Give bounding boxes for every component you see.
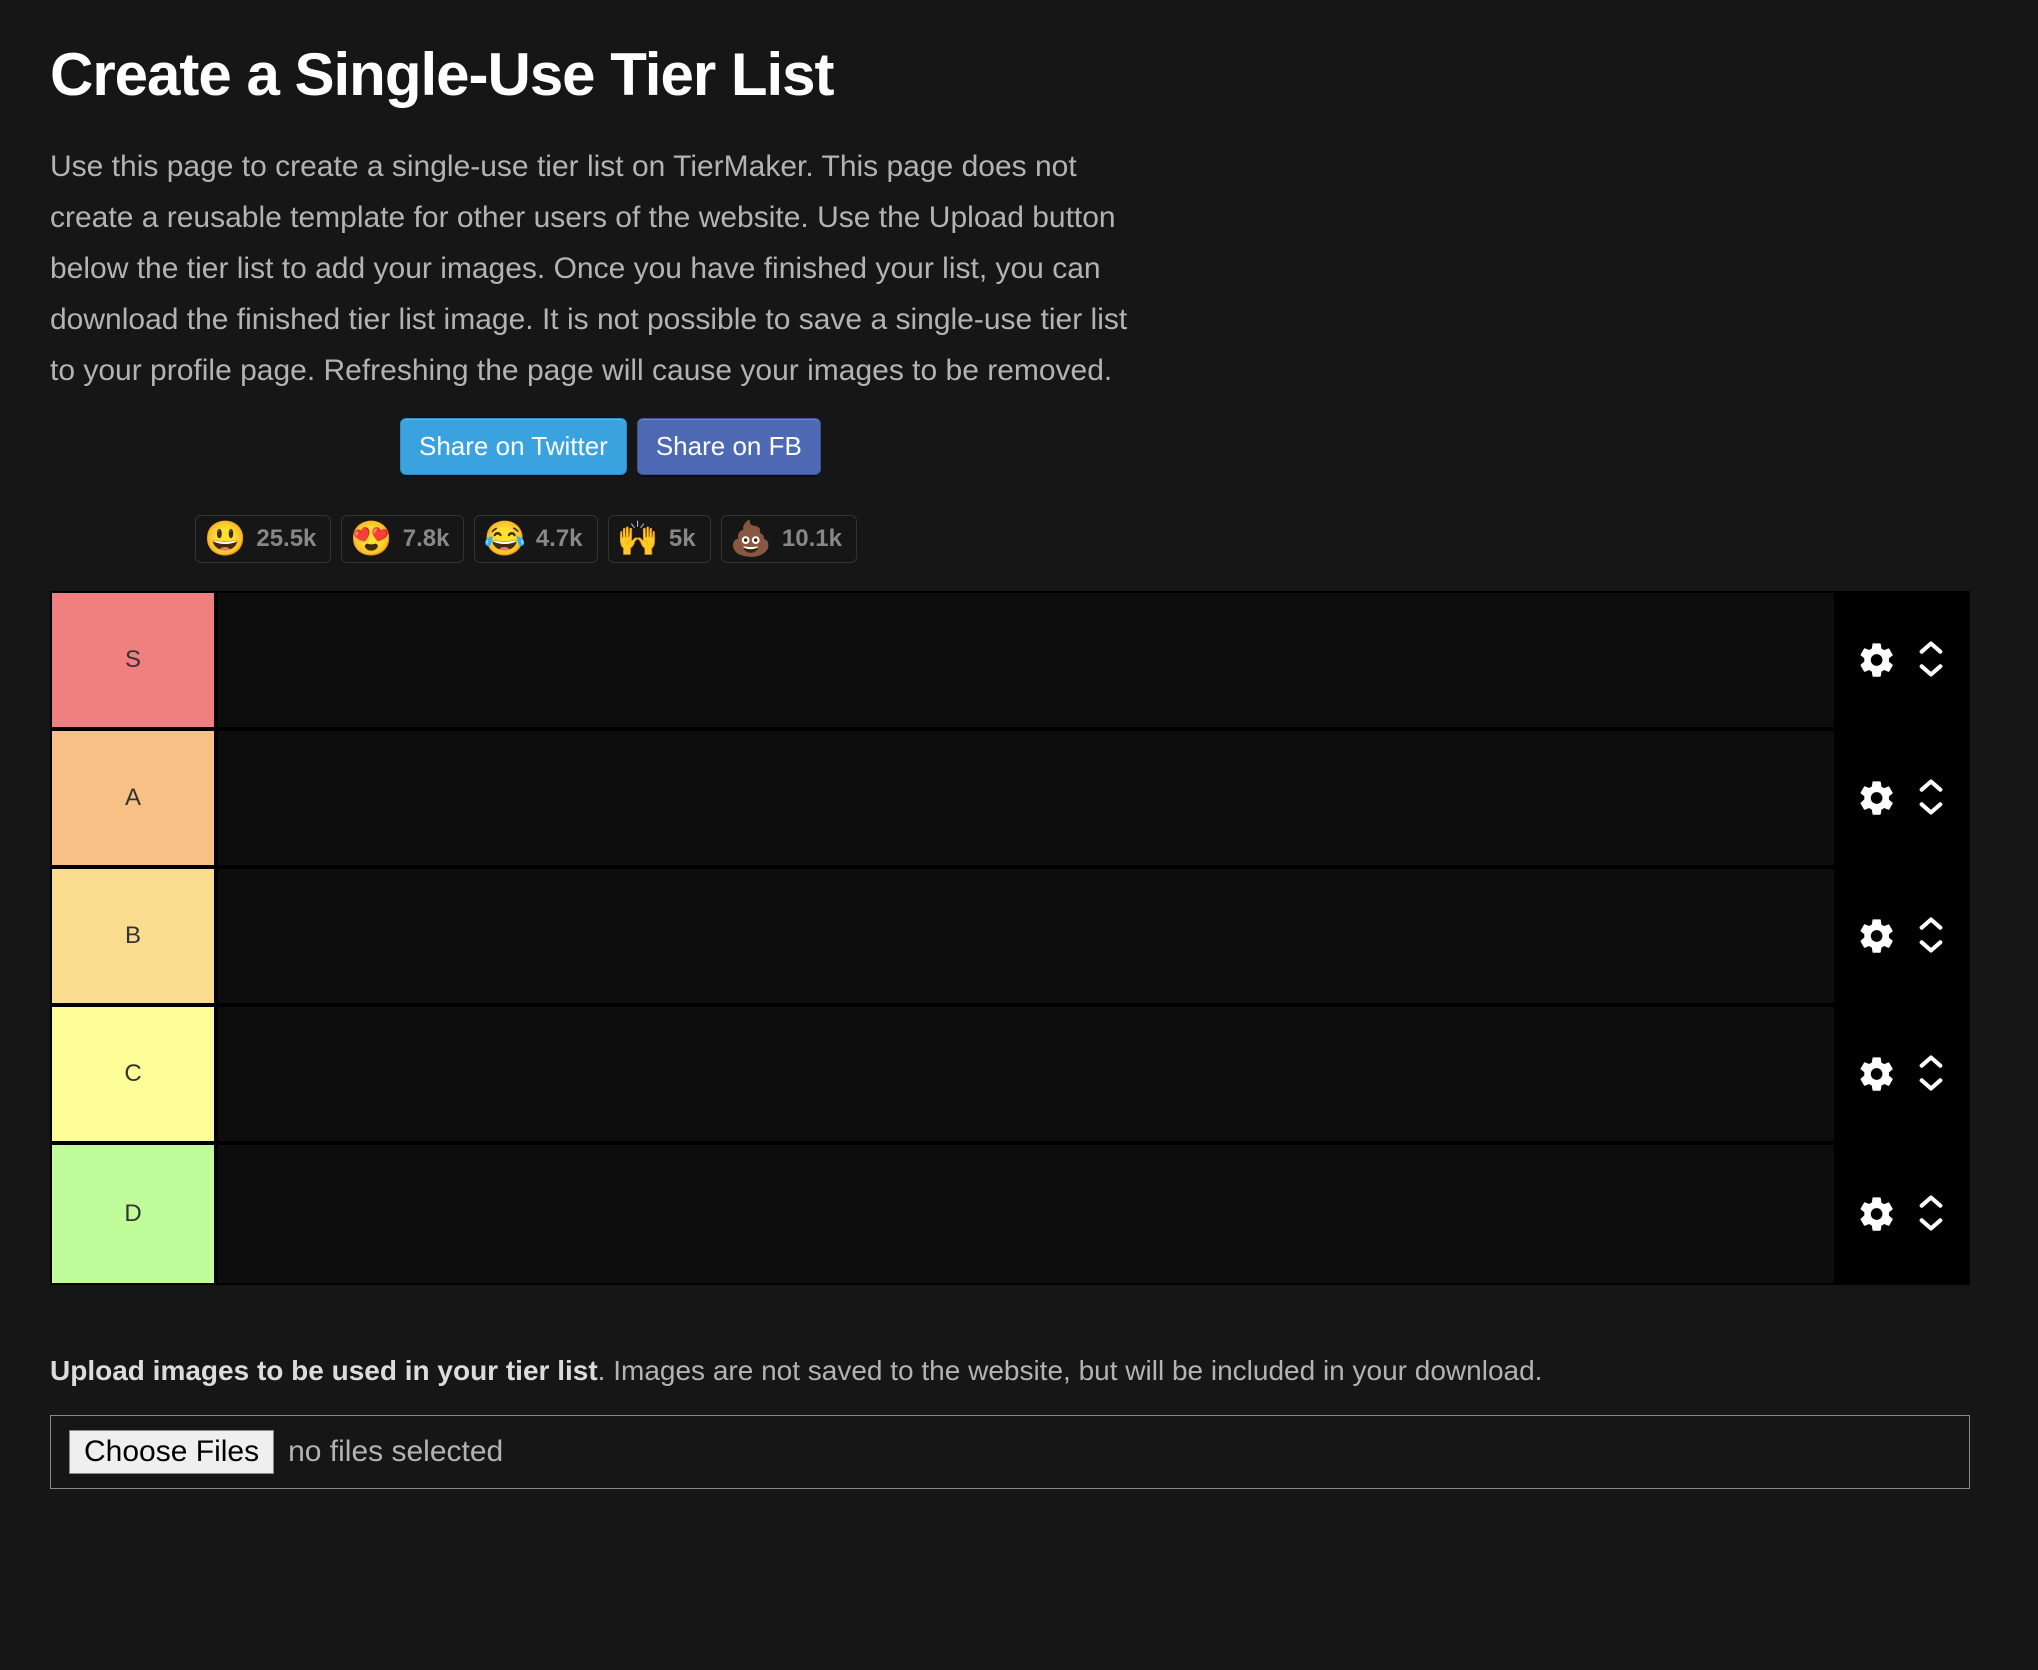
tier-list: SABCD — [50, 591, 1970, 1285]
upload-note-rest: . Images are not saved to the website, b… — [598, 1355, 1543, 1386]
file-picker[interactable]: Choose Files no files selected — [50, 1415, 1970, 1489]
reaction-pill[interactable]: 🙌 5k — [608, 515, 711, 563]
gear-icon[interactable] — [1857, 640, 1897, 680]
reaction-pill[interactable]: 😍 7.8k — [341, 515, 464, 563]
tier-controls — [1834, 869, 1968, 1003]
page-description: Use this page to create a single-use tie… — [50, 141, 1135, 396]
chevron-down-icon[interactable] — [1917, 664, 1945, 680]
tier-dropzone[interactable] — [218, 1145, 1834, 1283]
tier-label[interactable]: C — [52, 1007, 218, 1141]
chevron-down-icon[interactable] — [1917, 1078, 1945, 1094]
arrow-stack — [1917, 1194, 1945, 1234]
tier-row: B — [52, 869, 1968, 1007]
gear-icon[interactable] — [1857, 1054, 1897, 1094]
reaction-count: 5k — [669, 525, 696, 553]
tier-label[interactable]: S — [52, 593, 218, 727]
tier-controls — [1834, 731, 1968, 865]
chevron-up-icon[interactable] — [1917, 1194, 1945, 1210]
reaction-pill[interactable]: 😃 25.5k — [195, 515, 331, 563]
tier-controls — [1834, 1145, 1968, 1283]
reaction-count: 25.5k — [256, 525, 316, 553]
tier-row: A — [52, 731, 1968, 869]
tier-dropzone[interactable] — [218, 731, 1834, 865]
share-facebook-button[interactable]: Share on FB — [637, 418, 821, 475]
tier-dropzone[interactable] — [218, 1007, 1834, 1141]
reaction-pill[interactable]: 😂 4.7k — [474, 515, 597, 563]
chevron-up-icon[interactable] — [1917, 916, 1945, 932]
arrow-stack — [1917, 640, 1945, 680]
share-twitter-button[interactable]: Share on Twitter — [400, 418, 627, 475]
reaction-emoji-icon: 😂 — [483, 522, 525, 556]
reaction-count: 4.7k — [536, 525, 583, 553]
reaction-emoji-icon: 💩 — [730, 522, 772, 556]
tier-label[interactable]: A — [52, 731, 218, 865]
reaction-emoji-icon: 😃 — [204, 522, 246, 556]
file-status: no files selected — [288, 1435, 503, 1469]
reaction-count: 10.1k — [782, 525, 842, 553]
tier-row: S — [52, 593, 1968, 731]
chevron-down-icon[interactable] — [1917, 940, 1945, 956]
tier-dropzone[interactable] — [218, 869, 1834, 1003]
arrow-stack — [1917, 1054, 1945, 1094]
gear-icon[interactable] — [1857, 916, 1897, 956]
share-buttons: Share on Twitter Share on FB — [400, 418, 1970, 475]
tier-label[interactable]: D — [52, 1145, 218, 1283]
gear-icon[interactable] — [1857, 1194, 1897, 1234]
page-title: Create a Single-Use Tier List — [50, 40, 1970, 109]
arrow-stack — [1917, 916, 1945, 956]
upload-note-bold: Upload images to be used in your tier li… — [50, 1355, 598, 1386]
tier-controls — [1834, 1007, 1968, 1141]
choose-files-button[interactable]: Choose Files — [69, 1430, 274, 1474]
tier-row: C — [52, 1007, 1968, 1145]
reactions-bar: 😃 25.5k 😍 7.8k 😂 4.7k 🙌 5k 💩 10.1k — [195, 515, 1970, 563]
chevron-down-icon[interactable] — [1917, 1218, 1945, 1234]
arrow-stack — [1917, 778, 1945, 818]
reaction-pill[interactable]: 💩 10.1k — [721, 515, 857, 563]
tier-controls — [1834, 593, 1968, 727]
tier-label[interactable]: B — [52, 869, 218, 1003]
chevron-down-icon[interactable] — [1917, 802, 1945, 818]
chevron-up-icon[interactable] — [1917, 778, 1945, 794]
reaction-emoji-icon: 🙌 — [617, 522, 659, 556]
gear-icon[interactable] — [1857, 778, 1897, 818]
tier-row: D — [52, 1145, 1968, 1283]
reaction-count: 7.8k — [403, 525, 450, 553]
chevron-up-icon[interactable] — [1917, 1054, 1945, 1070]
reaction-emoji-icon: 😍 — [350, 522, 392, 556]
chevron-up-icon[interactable] — [1917, 640, 1945, 656]
tier-dropzone[interactable] — [218, 593, 1834, 727]
upload-note: Upload images to be used in your tier li… — [50, 1355, 1970, 1387]
